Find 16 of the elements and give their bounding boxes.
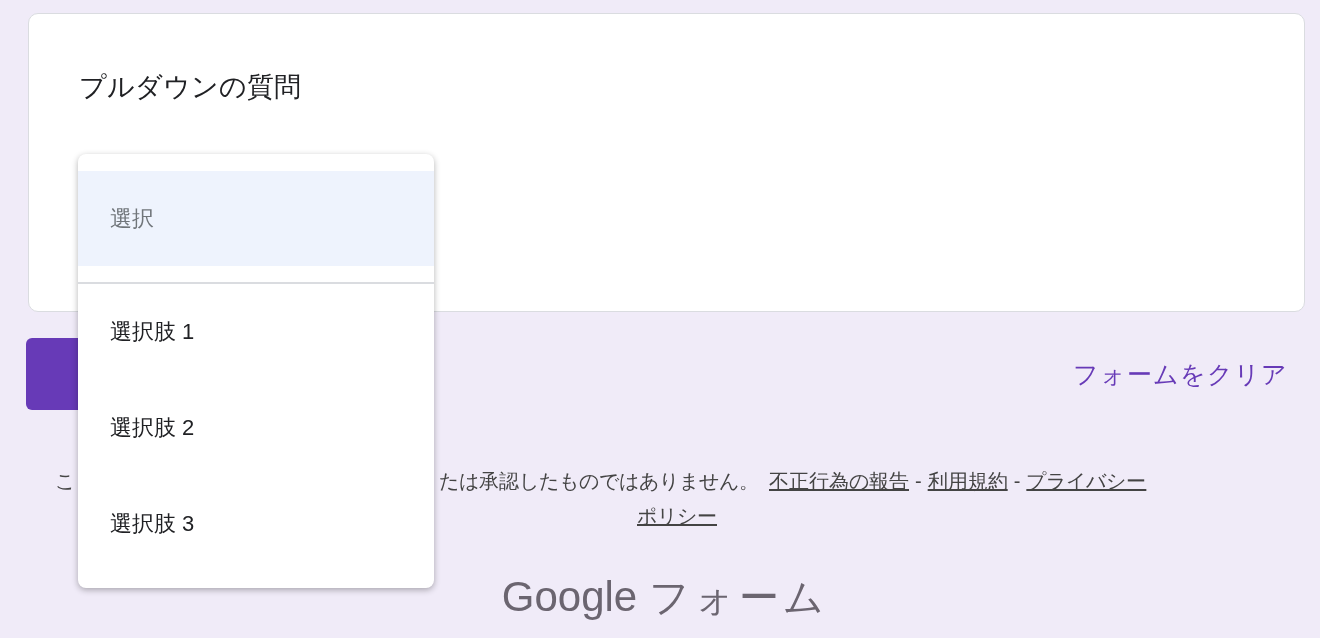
dropdown-option[interactable]: 選択肢 1 xyxy=(78,284,434,380)
footer-link[interactable]: 利用規約 xyxy=(927,468,1008,495)
footer-link[interactable]: ポリシー xyxy=(637,503,717,530)
question-title: プルダウンの質問 xyxy=(79,71,301,104)
dropdown-option[interactable]: 選択肢 3 xyxy=(78,476,434,572)
dropdown-option[interactable]: 選択 xyxy=(78,171,434,266)
notice-text: たは承認したものではありません。 xyxy=(439,469,759,494)
notice-text: こ xyxy=(55,469,75,494)
dropdown-option[interactable]: 選択肢 2 xyxy=(78,380,434,476)
footer-link[interactable]: プライバシー xyxy=(1026,468,1147,495)
separator-text: - xyxy=(915,470,922,493)
logo-product: フォーム xyxy=(649,574,829,621)
separator-text: - xyxy=(1013,470,1021,493)
clear-form-link[interactable]: フォームをクリア xyxy=(1073,357,1288,391)
footer-link[interactable]: 不正行為の報告 xyxy=(769,468,909,495)
logo-brand: Google xyxy=(501,573,638,621)
